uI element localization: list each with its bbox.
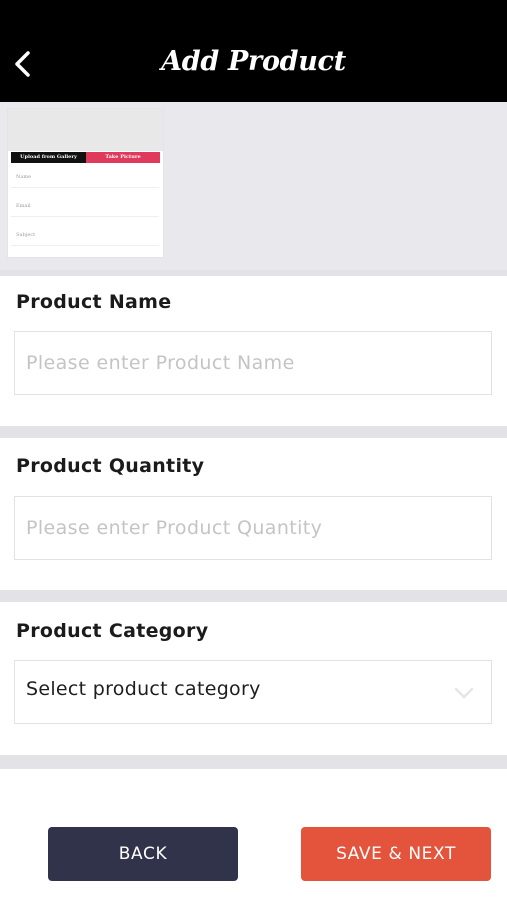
thumbnail-field-label: Name <box>16 174 32 180</box>
thumbnail-field-label: Email <box>16 203 31 209</box>
section-divider <box>0 426 507 438</box>
page-title: Add Product <box>161 46 346 77</box>
product-category-section: Product Category Select product category <box>0 603 507 755</box>
product-image-thumbnail[interactable]: Upload from Gallery Take Picture Name Em… <box>7 108 164 258</box>
image-preview-area: Upload from Gallery Take Picture Name Em… <box>0 102 507 272</box>
section-divider <box>0 755 507 769</box>
thumbnail-gallery-button: Upload from Gallery <box>11 152 86 163</box>
thumbnail-field: Subject <box>11 227 159 246</box>
thumbnail-field: Email <box>11 198 159 217</box>
product-name-section: Product Name Please enter Product Name <box>0 276 507 424</box>
thumbnail-image-placeholder <box>8 109 163 151</box>
chevron-down-icon <box>453 685 475 699</box>
product-name-label: Product Name <box>16 291 172 313</box>
app-header: Add Product <box>0 0 507 102</box>
product-quantity-section: Product Quantity Please enter Product Qu… <box>0 440 507 590</box>
product-quantity-label: Product Quantity <box>16 455 205 477</box>
save-next-button[interactable]: SAVE & NEXT <box>301 827 491 881</box>
product-category-value: Select product category <box>26 678 261 700</box>
product-category-label: Product Category <box>16 620 209 642</box>
back-button[interactable]: BACK <box>48 827 238 881</box>
product-quantity-placeholder: Please enter Product Quantity <box>26 517 323 539</box>
product-name-input[interactable]: Please enter Product Name <box>14 331 492 395</box>
product-category-select[interactable]: Select product category <box>14 660 492 724</box>
product-quantity-input[interactable]: Please enter Product Quantity <box>14 496 492 560</box>
section-divider <box>0 590 507 602</box>
product-name-placeholder: Please enter Product Name <box>26 352 295 374</box>
thumbnail-camera-button: Take Picture <box>86 152 160 163</box>
thumbnail-field-label: Subject <box>16 232 36 238</box>
thumbnail-field: Name <box>11 169 159 188</box>
